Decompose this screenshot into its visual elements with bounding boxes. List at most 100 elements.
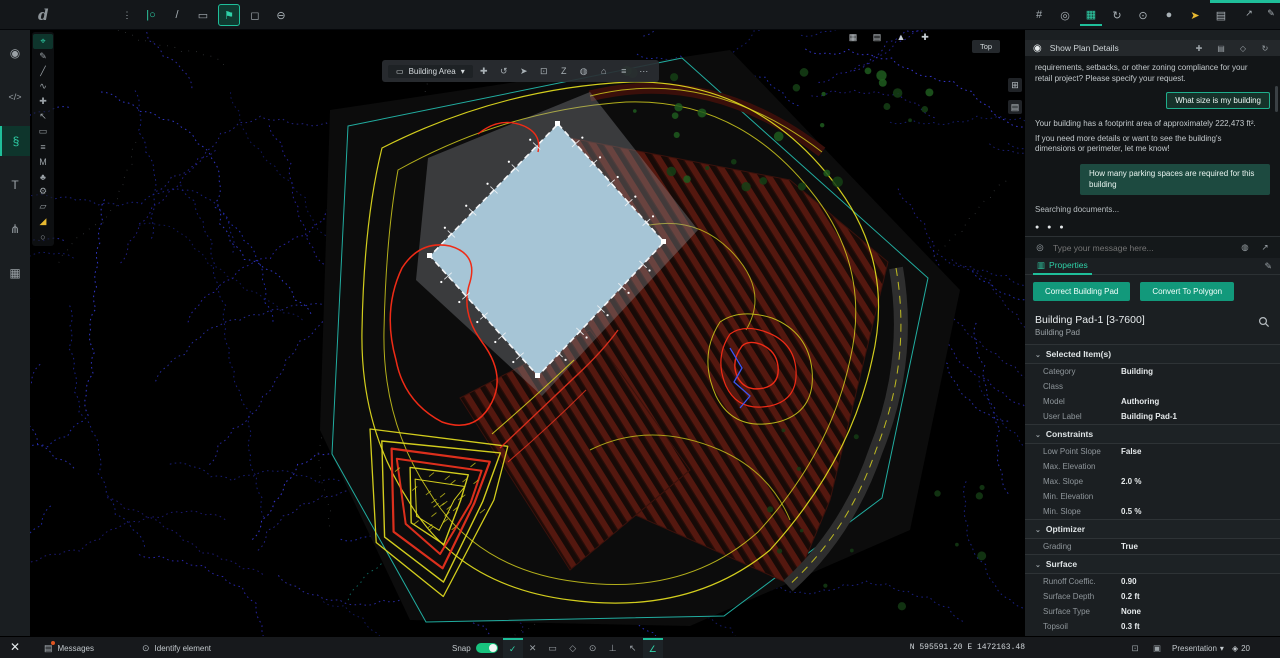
identify-item[interactable]: ⊙ Identify element: [142, 637, 211, 658]
code-icon[interactable]: </>: [0, 82, 30, 112]
close-icon[interactable]: ✕: [10, 640, 20, 654]
snap-toggle[interactable]: [475, 643, 498, 653]
property-row[interactable]: Min. Slope 0.5 %: [1025, 504, 1280, 519]
cursor-icon[interactable]: ↖: [33, 109, 53, 124]
section-header-surface[interactable]: ⌄ Surface: [1025, 554, 1280, 574]
mention-icon[interactable]: ◎: [1033, 241, 1047, 255]
snap-tool-icon[interactable]: ⊙: [1132, 4, 1154, 26]
grid-view-icon[interactable]: ▦: [845, 30, 861, 44]
subtract-tool-icon[interactable]: ⊖: [270, 4, 292, 26]
vegetation-icon[interactable]: ♣: [33, 169, 53, 184]
curve-icon[interactable]: ∿: [33, 79, 53, 94]
pencil-icon[interactable]: ✎: [33, 49, 53, 64]
snap-check-icon[interactable]: ✓: [502, 638, 523, 658]
search-icon[interactable]: [1258, 316, 1270, 328]
expand-icon[interactable]: ⊞: [1008, 78, 1022, 92]
chat-input[interactable]: [1053, 242, 1232, 253]
view-cube-pill[interactable]: Top: [972, 40, 1001, 53]
share-icon[interactable]: ⋔: [0, 214, 30, 244]
expand-chat-icon[interactable]: ↗: [1258, 241, 1272, 255]
property-row[interactable]: Max. Slope 2.0 %: [1025, 474, 1280, 489]
frame-tool-icon[interactable]: ◻: [244, 4, 266, 26]
property-row[interactable]: Surface Depth 0.2 ft: [1025, 589, 1280, 604]
move-icon[interactable]: ✚: [475, 62, 493, 80]
folder-icon[interactable]: ▱: [33, 199, 53, 214]
cursor-flag-tool-icon[interactable]: ➤: [1184, 4, 1206, 26]
messages-item[interactable]: ▤ Messages: [44, 637, 94, 658]
hash-tool-icon[interactable]: #: [1028, 4, 1050, 26]
site-plan-canvas[interactable]: ▭ Building Area ▾ ✚ ↺ ➤ ⊡ Z ◍ ⌂ ≡ ⋯ ▦ ▤ …: [30, 30, 1025, 636]
node-tool-icon[interactable]: |○: [140, 4, 162, 26]
dot-tool-icon[interactable]: ●: [1158, 4, 1180, 26]
snap-endpoint-icon[interactable]: ▭: [543, 638, 563, 658]
up-view-icon[interactable]: ▲: [893, 30, 909, 44]
flag-tool-icon[interactable]: ⚑: [218, 4, 240, 26]
target-tool-icon[interactable]: ◎: [1054, 4, 1076, 26]
refresh-tool-icon[interactable]: ↻: [1106, 4, 1128, 26]
chat-scrollbar[interactable]: [1275, 86, 1278, 112]
stack2-icon[interactable]: ≡: [615, 62, 633, 80]
section-header-constraints[interactable]: ⌄ Constraints: [1025, 424, 1280, 444]
detach-icon[interactable]: ◇: [1236, 41, 1250, 55]
export-icon[interactable]: ↗: [1240, 4, 1258, 22]
snap-center-icon[interactable]: ⊙: [583, 638, 603, 658]
measure-icon[interactable]: M: [33, 154, 53, 169]
settings-gear-icon[interactable]: ⚙: [33, 184, 53, 199]
globe-icon[interactable]: ◉: [0, 38, 30, 68]
minimize-icon[interactable]: ▤: [1214, 41, 1228, 55]
snap-midpoint-icon[interactable]: ◇: [563, 638, 583, 658]
sheet-icon[interactable]: ▣: [1150, 641, 1164, 655]
warning-corner-icon[interactable]: ◢: [33, 214, 53, 229]
refresh-chat-icon[interactable]: ↻: [1258, 41, 1272, 55]
property-row[interactable]: Max. Elevation: [1025, 459, 1280, 474]
scale-indicator[interactable]: ◈ 20: [1232, 644, 1250, 653]
attach-icon[interactable]: ◍: [1238, 241, 1252, 255]
frame-icon[interactable]: ⊡: [535, 62, 553, 80]
property-row[interactable]: Topsoil 0.3 ft: [1025, 619, 1280, 634]
layout-icon[interactable]: ⊡: [1128, 641, 1142, 655]
building-area-pill[interactable]: ▭ Building Area ▾: [388, 64, 473, 78]
snap-angle-icon[interactable]: ∠: [642, 638, 663, 658]
polyline-icon[interactable]: ╱: [33, 64, 53, 79]
snap-perpendicular-icon[interactable]: ⊥: [603, 638, 623, 658]
property-row[interactable]: Low Point Slope False: [1025, 444, 1280, 459]
rect-tool-icon[interactable]: ▭: [192, 4, 214, 26]
chat-message-list[interactable]: requirements, setbacks, or other zoning …: [1025, 56, 1280, 236]
select-icon[interactable]: ⌖: [33, 34, 53, 49]
add-chat-icon[interactable]: ✚: [1192, 41, 1206, 55]
stack-icon[interactable]: ≡: [33, 139, 53, 154]
property-row[interactable]: Runoff Coeffic. 0.90: [1025, 574, 1280, 589]
property-row[interactable]: Class: [1025, 379, 1280, 394]
more-icon[interactable]: ⋯: [635, 62, 653, 80]
add-view-icon[interactable]: ✚: [917, 30, 933, 44]
circle-icon[interactable]: ○: [33, 229, 53, 244]
rows-view-icon[interactable]: ▤: [869, 30, 885, 44]
property-row[interactable]: Model Authoring: [1025, 394, 1280, 409]
edit-icon[interactable]: ✎: [1262, 4, 1280, 22]
archive-icon[interactable]: ▦: [0, 258, 30, 288]
edit-panel-icon[interactable]: ✎: [1264, 261, 1272, 272]
spline-icon[interactable]: §: [0, 126, 30, 156]
grid-tool-icon[interactable]: ▦: [1080, 4, 1102, 26]
snap-close-icon[interactable]: ✕: [523, 638, 543, 658]
tab-properties[interactable]: ▥ Properties: [1033, 258, 1092, 275]
section-header-selected-items[interactable]: ⌄ Selected Item(s): [1025, 344, 1280, 364]
layers-icon[interactable]: ◍: [575, 62, 593, 80]
panel-tool-icon[interactable]: ▤: [1210, 4, 1232, 26]
property-row[interactable]: Grading True: [1025, 539, 1280, 554]
suggestion-chip[interactable]: What size is my building: [1166, 92, 1270, 110]
home-icon[interactable]: ⌂: [595, 62, 613, 80]
rectangle-icon[interactable]: ▭: [33, 124, 53, 139]
text-icon[interactable]: T: [0, 170, 30, 200]
convert-to-polygon-button[interactable]: Convert To Polygon: [1140, 282, 1235, 301]
panel-toggle-icon[interactable]: ▤: [1008, 100, 1022, 114]
property-row[interactable]: Category Building: [1025, 364, 1280, 379]
overflow-icon[interactable]: ⋮: [118, 6, 136, 24]
correct-building-pad-button[interactable]: Correct Building Pad: [1033, 282, 1131, 301]
add-icon[interactable]: ✚: [33, 94, 53, 109]
line-tool-icon[interactable]: /: [166, 4, 188, 26]
rotate-icon[interactable]: ↺: [495, 62, 513, 80]
cursor-tool-icon[interactable]: ➤: [515, 62, 533, 80]
property-row[interactable]: Min. Elevation: [1025, 489, 1280, 504]
property-row[interactable]: User Label Building Pad-1: [1025, 409, 1280, 424]
